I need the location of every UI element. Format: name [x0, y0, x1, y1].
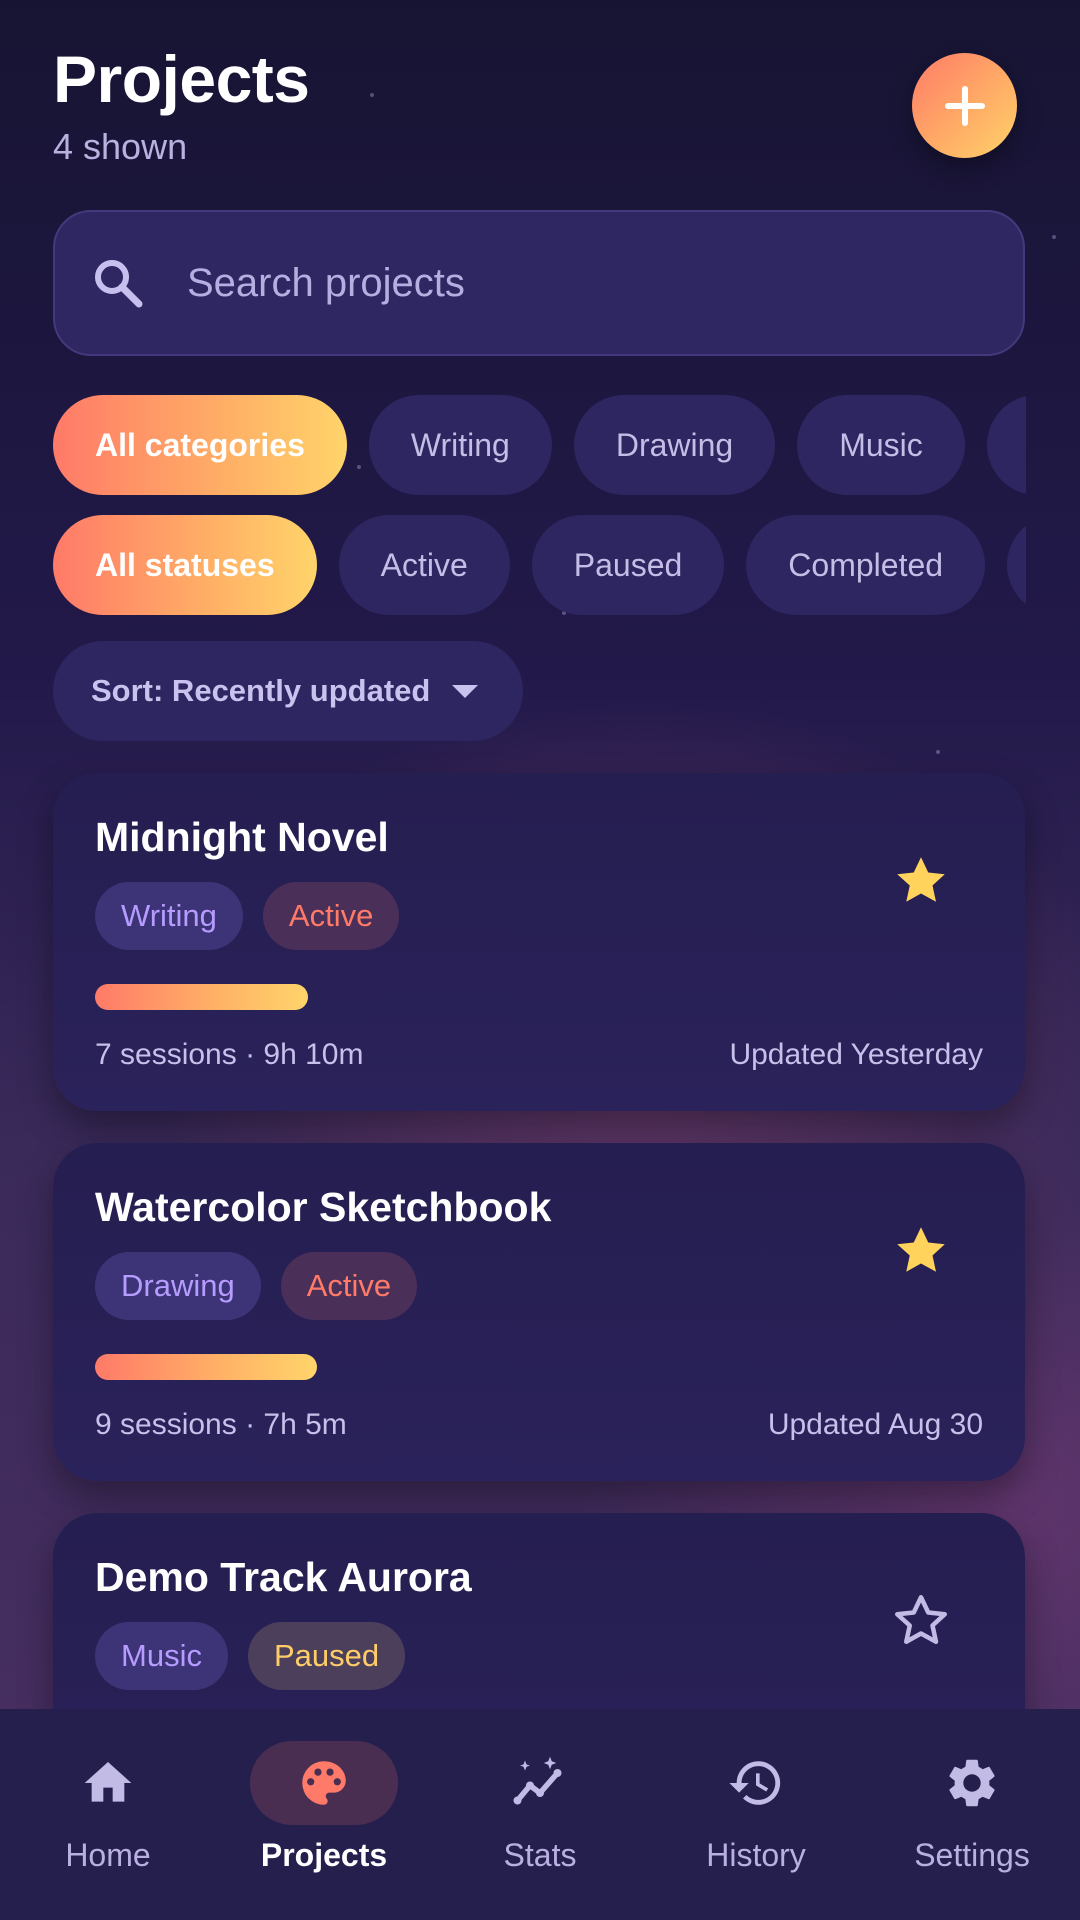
add-project-button[interactable] [912, 53, 1017, 158]
nav-label: Stats [503, 1837, 577, 1873]
star-filled-icon[interactable] [891, 1221, 951, 1281]
chart-sparkle-icon [513, 1756, 562, 1805]
background-dot [936, 750, 940, 754]
results-count: 4 shown [53, 126, 188, 167]
palette-icon [302, 1761, 346, 1805]
background-dot [1052, 235, 1056, 239]
nav-history[interactable]: History [648, 1709, 864, 1920]
star-filled-icon[interactable] [891, 851, 951, 911]
status-tag: Paused [247, 1622, 406, 1690]
progress-fill [95, 984, 308, 1010]
background-dot [370, 93, 374, 97]
nav-label: Settings [914, 1837, 1030, 1873]
chip-drawing[interactable]: Drawing [573, 395, 776, 495]
bottom-navigation: Home Projects Stats History Settings [0, 1709, 1080, 1920]
nav-label: History [706, 1837, 806, 1873]
nav-stats[interactable]: Stats [432, 1709, 648, 1920]
project-card[interactable]: Watercolor Sketchbook Drawing Active 9 s… [53, 1143, 1025, 1481]
status-tag: Active [262, 882, 400, 950]
chip-all-statuses[interactable]: All statuses [53, 515, 317, 615]
search-input[interactable] [185, 259, 889, 307]
search-bar[interactable] [53, 210, 1025, 356]
nav-projects[interactable]: Projects [216, 1709, 432, 1920]
chip-paused[interactable]: Paused [531, 515, 725, 615]
chip-overflow[interactable] [986, 395, 1026, 495]
nav-label: Projects [260, 1837, 388, 1873]
chip-completed[interactable]: Completed [746, 515, 986, 615]
status-tag: Active [280, 1252, 418, 1320]
project-title: Watercolor Sketchbook [95, 1184, 552, 1230]
category-tag: Writing [95, 882, 243, 950]
project-card[interactable]: Midnight Novel Writing Active 7 sessions… [53, 773, 1025, 1111]
history-icon [729, 1761, 781, 1805]
chip-all-categories[interactable]: All categories [53, 395, 347, 495]
page-title: Projects [53, 42, 310, 116]
caret-down-icon [452, 684, 479, 698]
session-stats: 9 sessions · 7h 5m [95, 1408, 347, 1441]
category-tag: Drawing [95, 1252, 261, 1320]
sort-label: Sort: Recently updated [91, 673, 431, 708]
updated-date: Updated Aug 30 [767, 1408, 983, 1441]
gear-icon [949, 1759, 995, 1807]
chip-music[interactable]: Music [797, 395, 965, 495]
nav-settings[interactable]: Settings [864, 1709, 1080, 1920]
project-title: Midnight Novel [95, 814, 389, 860]
home-icon [84, 1762, 132, 1802]
star-outline-icon[interactable] [891, 1591, 951, 1651]
progress-bar [95, 984, 981, 1010]
category-tag: Music [95, 1622, 228, 1690]
plus-icon [944, 85, 985, 126]
progress-fill [95, 1354, 317, 1380]
category-filter-row: All categories Writing Drawing Music [53, 395, 1026, 495]
chip-active[interactable]: Active [338, 515, 510, 615]
project-title: Demo Track Aurora [95, 1554, 472, 1600]
chip-overflow[interactable] [1007, 515, 1026, 615]
nav-home[interactable]: Home [0, 1709, 216, 1920]
chip-writing[interactable]: Writing [368, 395, 552, 495]
session-stats: 7 sessions · 9h 10m [95, 1038, 364, 1071]
updated-date: Updated Yesterday [729, 1038, 983, 1071]
page-header: Projects 4 shown [53, 42, 310, 168]
progress-bar [95, 1354, 981, 1380]
status-filter-row: All statuses Active Paused Completed [53, 515, 1026, 615]
nav-label: Home [65, 1837, 151, 1873]
search-icon [95, 260, 143, 308]
sort-dropdown[interactable]: Sort: Recently updated [53, 641, 523, 741]
